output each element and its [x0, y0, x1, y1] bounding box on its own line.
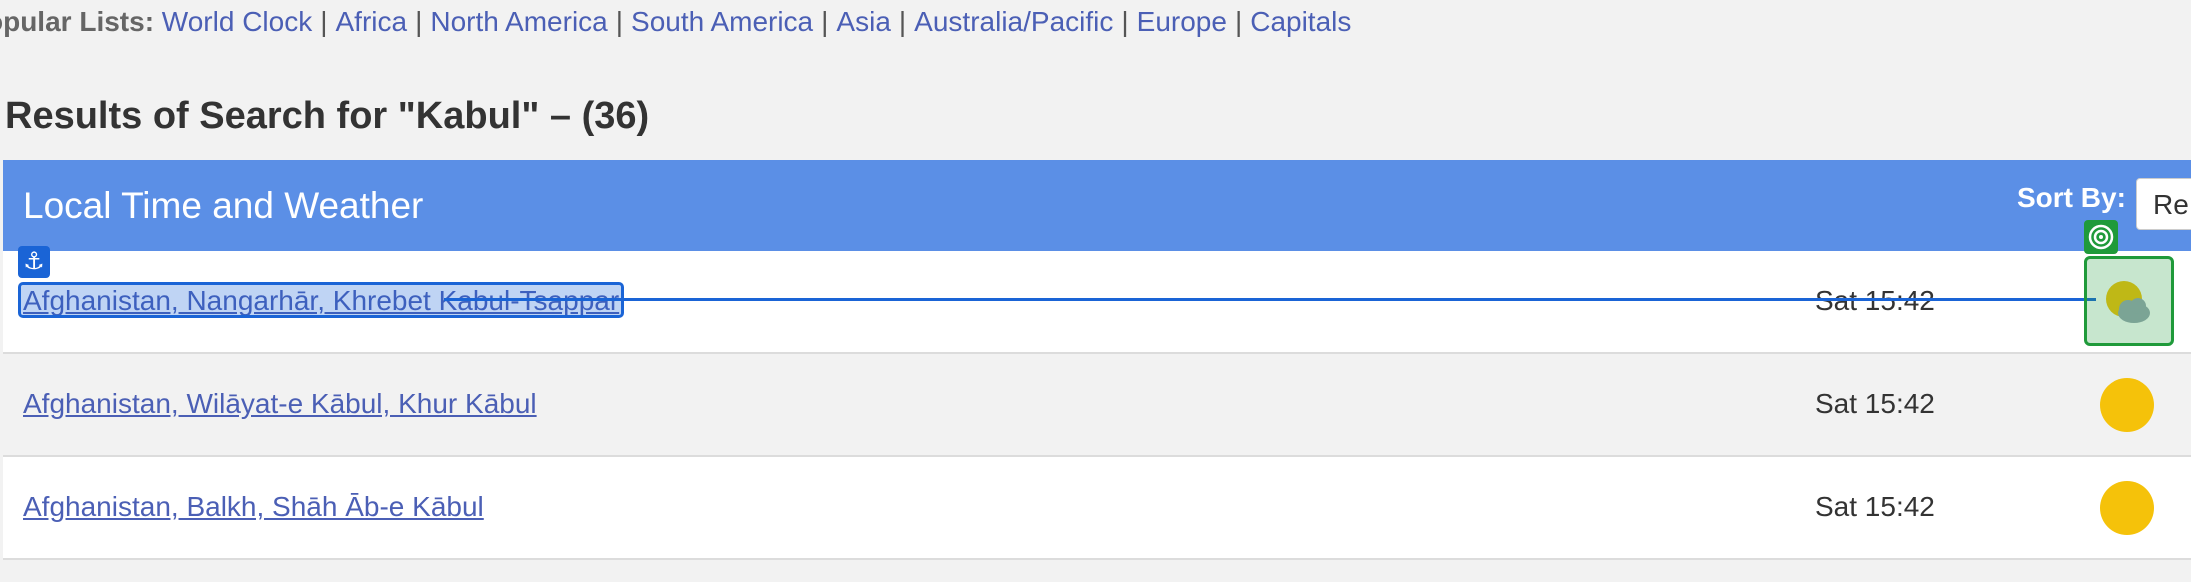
separator: |	[1121, 6, 1129, 37]
separator: |	[898, 6, 907, 37]
local-time: Sat 15:42	[1815, 388, 1935, 419]
popular-link-europe[interactable]: Europe	[1137, 6, 1227, 37]
source-highlight	[18, 282, 624, 318]
page: opular Lists: World Clock | Africa | North A…	[0, 0, 2191, 582]
popular-link-world-clock[interactable]: World Clock	[162, 6, 312, 37]
separator: |	[1234, 6, 1243, 37]
table-row: Afghanistan, Balkh, Shāh Āb-e Kābul Sat …	[3, 457, 2191, 560]
results-table: Local Time and Weather Sort By: Re Afgha…	[3, 160, 2191, 582]
place-link[interactable]: Afghanistan, Balkh, Shāh Āb-e Kābul	[23, 457, 484, 557]
popular-link-australia-pacific[interactable]: Australia/Pacific	[914, 6, 1113, 37]
popular-link-capitals[interactable]: Capitals	[1250, 6, 1351, 37]
target-highlight	[2084, 256, 2174, 346]
anchor-icon: ⚓	[18, 246, 50, 278]
table-heading: Local Time and Weather	[23, 185, 424, 226]
sort-by-select[interactable]: Re	[2136, 178, 2191, 230]
popular-link-south-america[interactable]: South America	[631, 6, 813, 37]
separator: |	[615, 6, 624, 37]
local-time: Sat 15:42	[1815, 491, 1935, 522]
separator: |	[320, 6, 328, 37]
table-row: Afghanistan, Wilāyat-e Kābul, Khur Kābul…	[3, 354, 2191, 457]
popular-link-asia[interactable]: Asia	[836, 6, 890, 37]
separator: |	[821, 6, 829, 37]
popular-link-africa[interactable]: Africa	[335, 6, 407, 37]
popular-link-north-america[interactable]: North America	[430, 6, 607, 37]
local-time: Sat 15:42	[1815, 285, 1935, 316]
sun-icon	[2100, 378, 2154, 432]
results-title: Results of Search for "Kabul" – (36)	[5, 95, 650, 137]
table-header: Local Time and Weather Sort By: Re	[3, 160, 2191, 251]
popular-lists-label: opular Lists:	[0, 6, 155, 37]
place-link[interactable]: Afghanistan, Wilāyat-e Kābul, Khur Kābul	[23, 354, 537, 454]
drag-path-line	[444, 298, 2096, 301]
separator: |	[415, 6, 423, 37]
table-row	[3, 560, 2191, 582]
sun-icon	[2100, 481, 2154, 535]
sort-by-label: Sort By:	[2017, 182, 2126, 213]
popular-lists-bar: opular Lists: World Clock | Africa | North A…	[0, 2, 1351, 42]
target-icon	[2084, 220, 2118, 254]
